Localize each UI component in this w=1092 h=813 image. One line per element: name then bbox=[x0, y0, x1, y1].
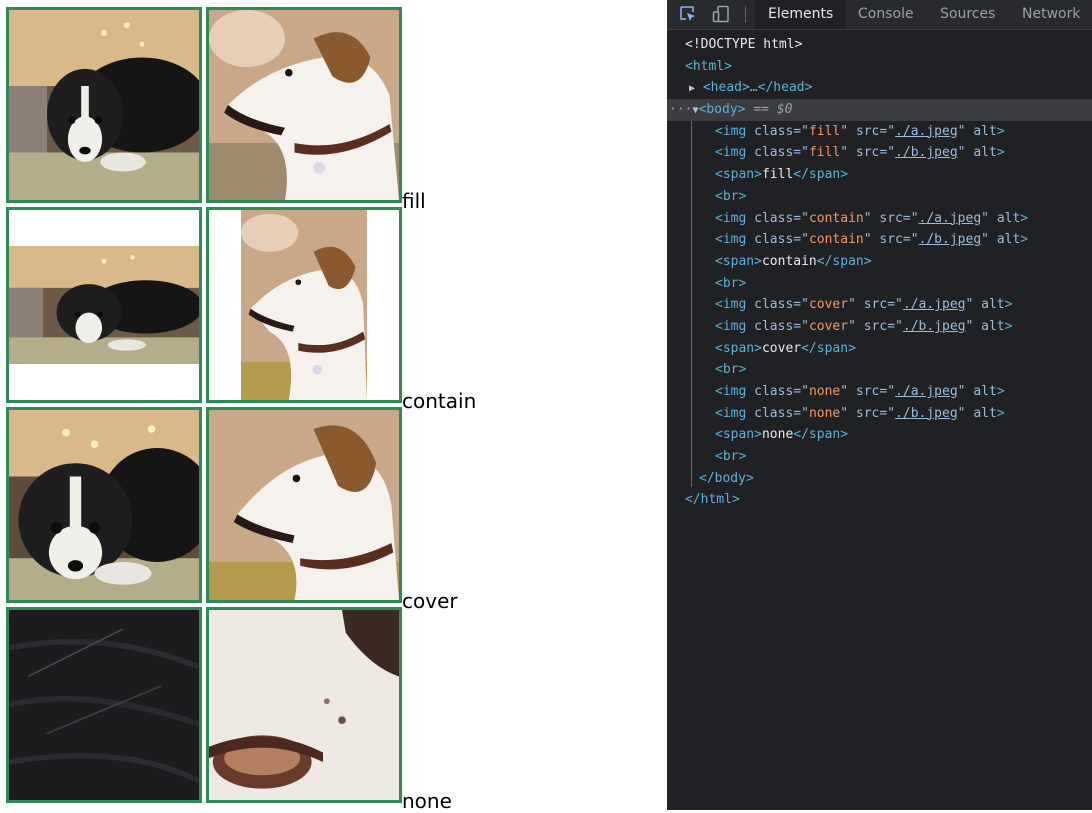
dom-node-br[interactable]: <br> bbox=[667, 446, 1092, 468]
dom-node-img[interactable]: <img class="none" src="./b.jpeg" alt> bbox=[667, 403, 1092, 425]
dom-node-head[interactable]: ▶ <head>…</head> bbox=[667, 77, 1092, 99]
dom-tree: <!DOCTYPE html> <html> ▶ <head>…</head> … bbox=[667, 34, 1092, 511]
src-link[interactable]: ./a.jpeg bbox=[895, 384, 958, 399]
device-toolbar-icon[interactable] bbox=[710, 3, 732, 25]
fill-image-b-frame bbox=[206, 7, 402, 203]
puppy-fur-closeup-image bbox=[9, 610, 199, 800]
toolbar-separator bbox=[745, 6, 746, 23]
src-link[interactable]: ./b.jpeg bbox=[903, 319, 966, 334]
row-label: contain bbox=[402, 389, 477, 413]
row-label: cover bbox=[402, 589, 458, 613]
src-link[interactable]: ./b.jpeg bbox=[895, 406, 958, 421]
tab-network[interactable]: Network bbox=[1009, 0, 1092, 29]
dom-node-img[interactable]: <img class="cover" src="./b.jpeg" alt> bbox=[667, 316, 1092, 338]
dom-node-doctype[interactable]: <!DOCTYPE html> bbox=[667, 34, 1092, 56]
tab-sources[interactable]: Sources bbox=[927, 0, 1008, 29]
src-link[interactable]: ./a.jpeg bbox=[919, 211, 982, 226]
tab-elements[interactable]: Elements bbox=[755, 0, 847, 29]
row-label: none bbox=[402, 789, 452, 813]
dom-node-span[interactable]: <span>cover</span> bbox=[667, 338, 1092, 360]
dog-image bbox=[241, 210, 367, 400]
puppy-image bbox=[9, 410, 199, 600]
src-link[interactable]: ./a.jpeg bbox=[895, 124, 958, 139]
dom-node-img[interactable]: <img class="fill" src="./a.jpeg" alt> bbox=[667, 121, 1092, 143]
inspect-element-icon[interactable] bbox=[677, 3, 699, 25]
dom-node-br[interactable]: <br> bbox=[667, 273, 1092, 295]
contain-image-a-frame bbox=[6, 207, 202, 403]
none-image-a-frame bbox=[6, 607, 202, 803]
more-actions-icon[interactable]: ··· bbox=[669, 102, 692, 117]
devtools-panel: Elements Console Sources Network <!DOCTY… bbox=[667, 0, 1092, 810]
contain-image-b-frame bbox=[206, 207, 402, 403]
dom-node-img[interactable]: <img class="contain" src="./b.jpeg" alt> bbox=[667, 229, 1092, 251]
dog-mouth-closeup-image bbox=[209, 610, 399, 800]
puppy-image bbox=[9, 246, 199, 364]
devtools-toolbar: Elements Console Sources Network bbox=[667, 0, 1092, 30]
src-link[interactable]: ./b.jpeg bbox=[919, 232, 982, 247]
dom-node-body[interactable]: ···▼<body> == $0 bbox=[667, 99, 1092, 121]
dom-node-img[interactable]: <img class="cover" src="./a.jpeg" alt> bbox=[667, 294, 1092, 316]
dom-node-html[interactable]: <html> bbox=[667, 56, 1092, 78]
rendered-page: fill contain cover none bbox=[0, 0, 667, 813]
cover-image-a-frame bbox=[6, 407, 202, 603]
dom-node-img[interactable]: <img class="contain" src="./a.jpeg" alt> bbox=[667, 208, 1092, 230]
src-link[interactable]: ./a.jpeg bbox=[903, 297, 966, 312]
dom-node-img[interactable]: <img class="fill" src="./b.jpeg" alt> bbox=[667, 142, 1092, 164]
row-label: fill bbox=[402, 189, 426, 213]
puppy-image bbox=[9, 10, 199, 200]
dom-node-html-close[interactable]: </html> bbox=[667, 489, 1092, 511]
none-image-b-frame bbox=[206, 607, 402, 803]
src-link[interactable]: ./b.jpeg bbox=[895, 145, 958, 160]
dom-node-br[interactable]: <br> bbox=[667, 359, 1092, 381]
dom-node-span[interactable]: <span>fill</span> bbox=[667, 164, 1092, 186]
cover-image-b-frame bbox=[206, 407, 402, 603]
dom-node-span[interactable]: <span>contain</span> bbox=[667, 251, 1092, 273]
expand-arrow-icon[interactable]: ▶ bbox=[689, 83, 695, 94]
dog-image bbox=[209, 410, 399, 600]
dom-node-img[interactable]: <img class="none" src="./a.jpeg" alt> bbox=[667, 381, 1092, 403]
dom-node-span[interactable]: <span>none</span> bbox=[667, 424, 1092, 446]
dog-image bbox=[209, 10, 399, 200]
dom-node-br[interactable]: <br> bbox=[667, 186, 1092, 208]
fill-image-a-frame bbox=[6, 7, 202, 203]
tab-console[interactable]: Console bbox=[845, 0, 927, 29]
dom-node-body-close[interactable]: </body> bbox=[667, 468, 1092, 490]
